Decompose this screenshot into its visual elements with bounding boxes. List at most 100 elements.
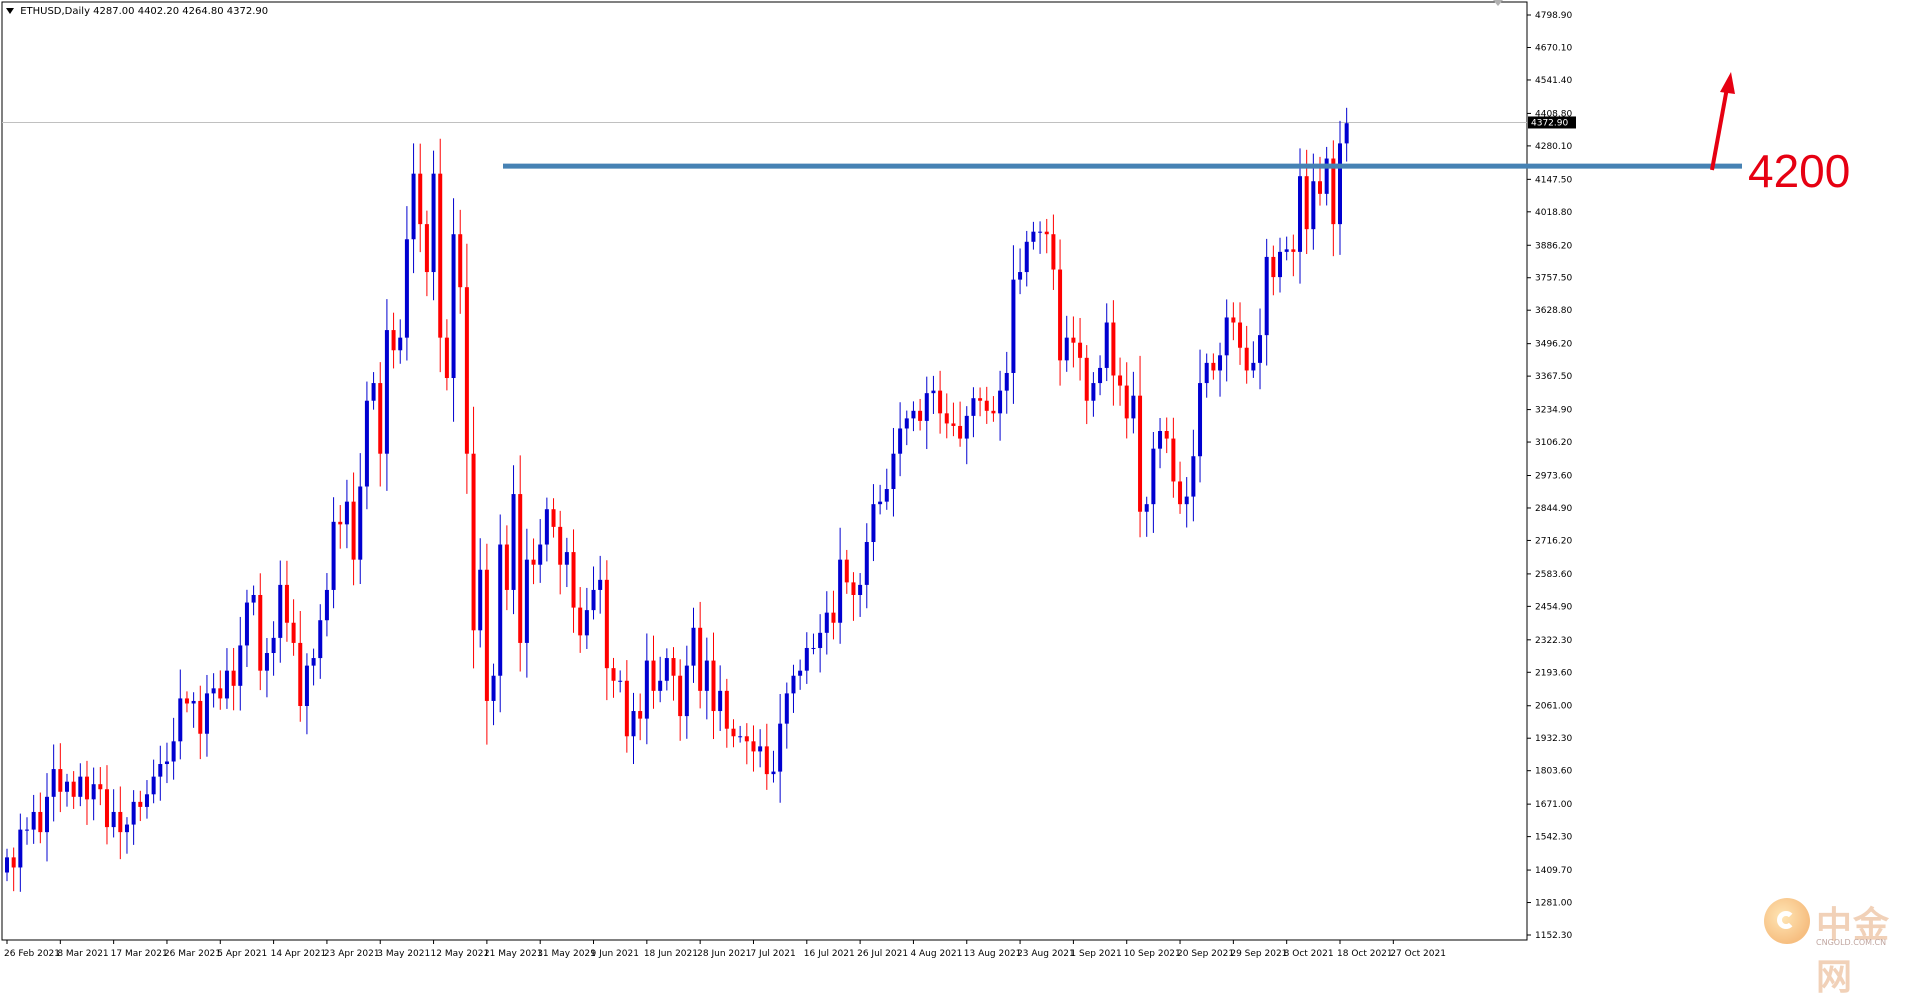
candle-bull — [311, 658, 316, 666]
candle-bear — [291, 622, 296, 643]
y-tick-label: 1542.30 — [1535, 833, 1572, 843]
candle-bull — [211, 688, 216, 694]
y-tick-label: 4798.90 — [1535, 11, 1572, 21]
y-tick-label: 4541.40 — [1535, 76, 1572, 86]
candle-bear — [38, 811, 43, 833]
watermark-brand: 中金网 — [1816, 905, 1891, 998]
candle-bull — [178, 698, 183, 742]
x-tick-label: 8 Oct 2021 — [1284, 949, 1334, 959]
candle-bear — [464, 287, 469, 454]
x-tick-label: 23 Aug 2021 — [1017, 949, 1075, 959]
y-tick-label: 1803.60 — [1535, 767, 1572, 777]
current-price-label: 4372.90 — [1531, 118, 1568, 128]
candle-bear — [1044, 231, 1049, 235]
candle-bear — [751, 741, 756, 752]
candle-bull — [631, 711, 636, 737]
candle-bull — [1251, 362, 1256, 371]
candle-bear — [744, 736, 749, 742]
candle-bear — [1078, 342, 1083, 358]
candle-bear — [1291, 249, 1296, 252]
watermark-domain: CNGOLD.COM.CN — [1816, 938, 1887, 947]
candle-bull — [1038, 231, 1043, 233]
candle-bull — [5, 857, 9, 873]
candle-bear — [104, 789, 109, 828]
candle-bull — [304, 665, 309, 706]
candle-bear — [284, 584, 289, 623]
candle-bull — [931, 390, 936, 394]
candle-bull — [658, 680, 663, 691]
x-tick-label: 23 Apr 2021 — [324, 949, 380, 959]
candle-bear — [671, 658, 676, 676]
candle-bull — [264, 653, 269, 671]
candle-bull — [111, 811, 116, 828]
candle-bear — [1138, 395, 1143, 512]
candle-bull — [251, 594, 256, 603]
x-tick-label: 28 Jun 2021 — [697, 949, 751, 959]
candle-bull — [431, 173, 436, 273]
y-tick-label: 4018.80 — [1535, 208, 1572, 218]
candle-bull — [771, 771, 776, 775]
candle-bull — [151, 776, 156, 795]
candle-bear — [731, 728, 736, 737]
candle-bull — [144, 794, 149, 807]
dropdown-arrow-icon[interactable] — [6, 8, 14, 14]
candle-bull — [871, 504, 876, 543]
candle-bull — [344, 501, 349, 525]
candle-bear — [1071, 337, 1076, 343]
candle-bear — [1124, 385, 1129, 419]
candle-bear — [98, 784, 103, 790]
y-tick-label: 2322.30 — [1535, 636, 1572, 646]
candle-bull — [51, 769, 56, 797]
candle-bull — [204, 693, 209, 734]
candle-bull — [1224, 317, 1229, 356]
x-tick-label: 4 Aug 2021 — [910, 949, 962, 959]
candle-bear — [1271, 256, 1276, 278]
candle-bull — [1344, 123, 1349, 144]
candle-bull — [331, 521, 336, 590]
y-tick-label: 3628.80 — [1535, 306, 1572, 316]
candle-bear — [351, 501, 356, 560]
candle-bear — [184, 698, 189, 704]
candle-bear — [218, 688, 223, 699]
candle-bull — [1191, 456, 1196, 497]
candle-bear — [298, 642, 303, 706]
candlestick-chart[interactable]: 4798.904670.104541.404408.804280.104147.… — [0, 0, 1920, 968]
candle-bear — [698, 627, 703, 691]
candle-bull — [358, 486, 363, 560]
candle-bear — [58, 769, 63, 792]
candle-bull — [1204, 362, 1209, 384]
candle-bull — [398, 337, 403, 351]
candle-bear — [938, 390, 943, 414]
y-tick-label: 1409.70 — [1535, 866, 1572, 876]
candle-bear — [418, 173, 423, 225]
candle-bull — [804, 647, 809, 671]
candle-bull — [891, 453, 896, 490]
x-tick-label: 26 Mar 2021 — [164, 949, 221, 959]
candle-bear — [458, 234, 463, 288]
candle-bull — [498, 544, 503, 676]
candle-bull — [384, 330, 389, 454]
candle-bull — [1098, 367, 1103, 384]
x-tick-label: 18 Jun 2021 — [644, 949, 698, 959]
candle-bull — [684, 665, 689, 717]
candle-bull — [898, 428, 903, 454]
candle-bull — [691, 627, 696, 666]
candle-bear — [424, 224, 429, 273]
y-tick-label: 1281.00 — [1535, 899, 1572, 909]
candle-bear — [444, 337, 449, 379]
candle-bear — [1211, 362, 1216, 371]
x-tick-label: 1 Sep 2021 — [1070, 949, 1121, 959]
candle-bear — [1171, 438, 1176, 482]
watermark: 中金网 CNGOLD.COM.CN — [1764, 896, 1914, 998]
x-tick-label: 5 Apr 2021 — [217, 949, 267, 959]
candle-bull — [1338, 143, 1342, 225]
y-tick-label: 1671.00 — [1535, 800, 1572, 810]
candle-bear — [1118, 375, 1123, 386]
x-tick-label: 12 May 2021 — [431, 949, 490, 959]
candle-bull — [998, 390, 1003, 414]
y-tick-label: 2844.90 — [1535, 504, 1572, 514]
candle-bear — [851, 582, 856, 595]
y-tick-label: 4147.50 — [1535, 175, 1572, 185]
y-tick-label: 2193.60 — [1535, 668, 1572, 678]
y-tick-label: 3496.20 — [1535, 340, 1572, 350]
